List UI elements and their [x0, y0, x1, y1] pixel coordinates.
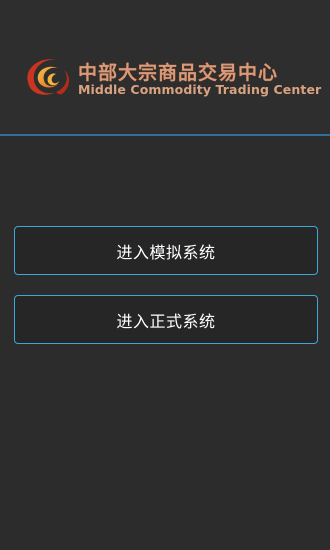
header-divider [0, 134, 330, 136]
flame-swirl-logo-icon [27, 59, 69, 95]
logo-title-chinese: 中部大宗商品交易中心 [78, 62, 279, 84]
enter-live-system-button[interactable]: 进入正式系统 [14, 295, 318, 344]
enter-simulation-button[interactable]: 进入模拟系统 [14, 226, 318, 275]
logo-title-english: Middle Commodity Trading Center [78, 82, 322, 97]
app-header: 中部大宗商品交易中心 Middle Commodity Trading Cent… [0, 0, 330, 135]
